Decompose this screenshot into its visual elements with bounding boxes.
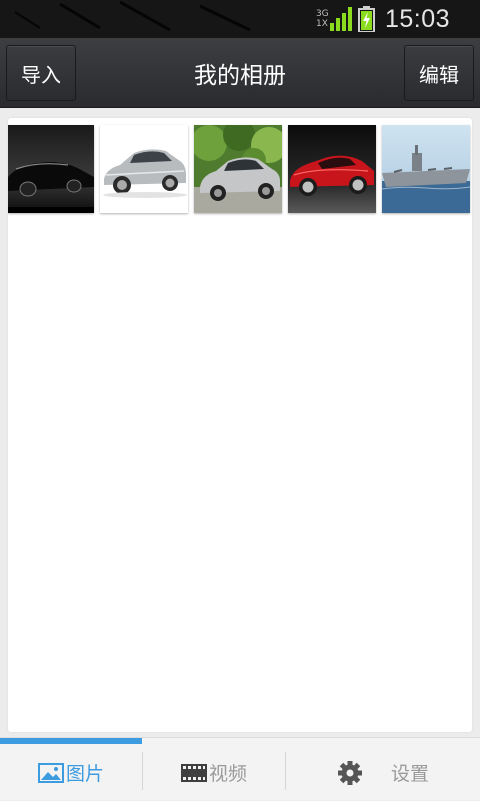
network-type-bottom: 1X [315, 19, 328, 29]
bottom-tab-bar: 图片 视频 设置 [0, 737, 480, 800]
status-bar: 3G 1X 15:03 [0, 0, 480, 38]
tab-pictures-label: 图片 [65, 763, 104, 785]
photo-black-concept-car [8, 125, 94, 213]
photo-red-sports-car [288, 125, 376, 213]
photo-grid [8, 125, 472, 213]
image-icon [37, 762, 64, 783]
photo-aircraft-carrier [382, 125, 470, 213]
clock: 15:03 [384, 4, 450, 33]
tab-videos-label: 视频 [208, 763, 247, 785]
tab-settings[interactable]: 设置 [286, 744, 480, 801]
signal-strength-icon [329, 7, 352, 31]
tab-pictures[interactable]: 图片 [0, 744, 142, 801]
title-bar: 导入 我的相册 编辑 [0, 38, 480, 108]
photo-thumbnail-5[interactable] [382, 125, 470, 213]
network-type-top: 3G [315, 9, 329, 19]
tab-settings-label: 设置 [390, 763, 429, 785]
photo-thumbnail-3[interactable] [194, 125, 282, 213]
photo-thumbnail-2[interactable] [100, 125, 188, 213]
photo-thumbnail-4[interactable] [288, 125, 376, 213]
photo-silver-sedan [100, 125, 188, 213]
gear-icon [337, 760, 363, 786]
photo-thumbnail-1[interactable] [8, 125, 94, 213]
film-icon [180, 763, 207, 783]
photo-silver-sedan-trees [194, 125, 282, 213]
tab-videos[interactable]: 视频 [143, 744, 285, 801]
status-bar-decoration [14, 0, 251, 32]
network-type-indicator: 3G 1X [315, 9, 329, 29]
album-content [8, 118, 472, 732]
battery-charging-icon [357, 6, 375, 32]
edit-button[interactable]: 编辑 [404, 45, 474, 101]
